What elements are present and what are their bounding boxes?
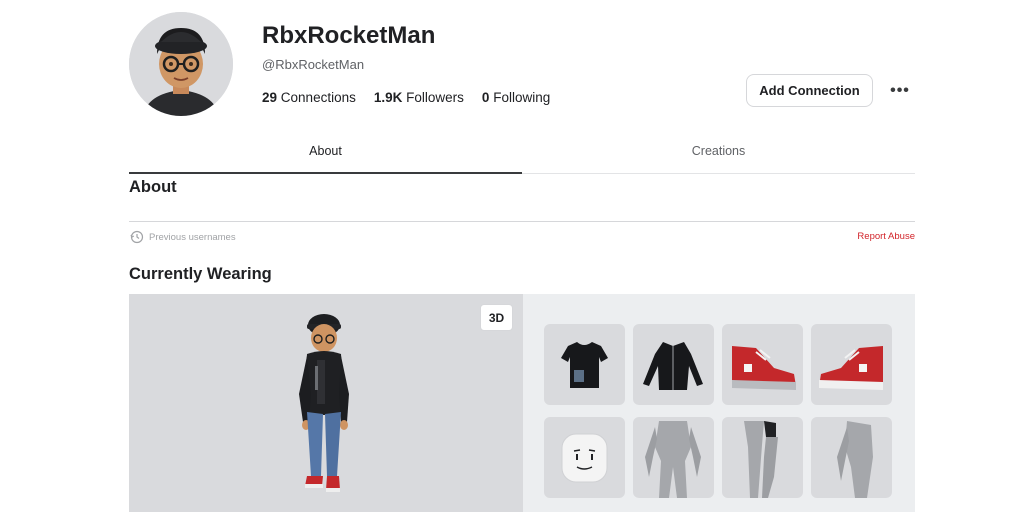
following-label: Following: [493, 90, 551, 105]
wearing-item-arm[interactable]: [811, 417, 892, 498]
connections-stat[interactable]: 29 Connections: [262, 90, 356, 105]
avatar-headshot: [129, 12, 233, 116]
arm-icon: [837, 421, 873, 498]
wearing-item-legs[interactable]: [722, 417, 803, 498]
avatar-full-body-icon: [299, 314, 349, 492]
tab-creations[interactable]: Creations: [522, 138, 915, 173]
wearing-item-jacket[interactable]: [633, 324, 714, 405]
history-icon: [130, 230, 144, 244]
face-icon: [561, 433, 608, 483]
torso-icon: [645, 421, 701, 498]
report-abuse-link[interactable]: Report Abuse: [857, 231, 915, 242]
connections-count: 29: [262, 90, 278, 105]
shoe-right-icon: [819, 346, 883, 390]
wearing-item-left-shoe[interactable]: [722, 324, 803, 405]
connections-label: Connections: [280, 90, 356, 105]
avatar-headshot-icon: [129, 12, 233, 116]
avatar-viewer[interactable]: 3D: [129, 294, 523, 512]
wearing-item-right-shoe[interactable]: [811, 324, 892, 405]
currently-wearing-heading: Currently Wearing: [129, 265, 272, 283]
profile-stats: 29 Connections 1.9K Followers 0 Followin…: [262, 90, 550, 105]
wearing-items-panel: [523, 294, 915, 512]
username-handle: @RbxRocketMan: [262, 57, 365, 72]
previous-usernames-link[interactable]: Previous usernames: [130, 230, 236, 244]
shirt-icon: [561, 342, 608, 388]
wearing-item-shirt[interactable]: [544, 324, 625, 405]
wearing-item-face[interactable]: [544, 417, 625, 498]
followers-count: 1.9K: [373, 90, 403, 105]
about-divider: [129, 221, 915, 222]
display-name: RbxRocketMan: [262, 22, 436, 49]
previous-usernames-label: Previous usernames: [149, 231, 236, 243]
jacket-icon: [643, 342, 703, 390]
following-stat[interactable]: 0 Following: [482, 90, 550, 105]
tab-about[interactable]: About: [129, 138, 522, 174]
following-count: 0: [481, 90, 490, 105]
more-options-icon[interactable]: •••: [886, 80, 914, 102]
profile-tabs: About Creations: [129, 138, 915, 174]
shoe-left-icon: [732, 346, 796, 390]
view-3d-toggle[interactable]: 3D: [480, 304, 513, 331]
add-connection-button[interactable]: Add Connection: [746, 74, 873, 107]
followers-stat[interactable]: 1.9K Followers: [374, 90, 464, 105]
wearing-item-torso[interactable]: [633, 417, 714, 498]
legs-icon: [744, 421, 778, 498]
about-heading: About: [129, 178, 177, 196]
followers-label: Followers: [406, 90, 464, 105]
